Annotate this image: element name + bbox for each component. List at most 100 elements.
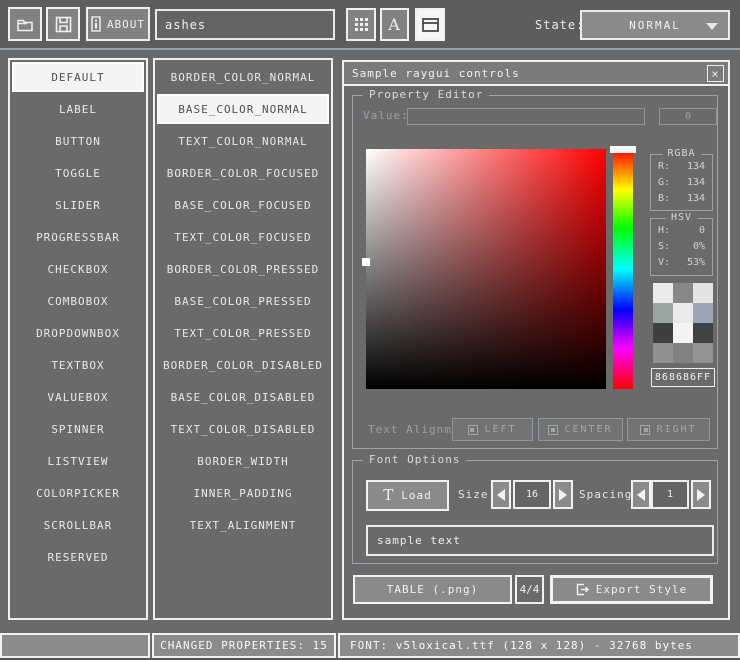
style-name-input[interactable] — [155, 9, 335, 40]
control-list-item[interactable]: VALUEBOX — [12, 382, 144, 412]
property-list-item[interactable]: TEXT_COLOR_FOCUSED — [157, 222, 329, 252]
property-list-item[interactable]: BORDER_WIDTH — [157, 446, 329, 476]
grid-view-button[interactable] — [346, 8, 376, 41]
hsv-channel-value: 0 — [699, 223, 705, 239]
control-list-item[interactable]: SCROLLBAR — [12, 510, 144, 540]
color-picker-panel[interactable] — [366, 149, 606, 389]
hsv-channel-value: 0% — [693, 239, 705, 255]
control-list-item[interactable]: TOGGLE — [12, 158, 144, 188]
property-list-item[interactable]: TEXT_COLOR_PRESSED — [157, 318, 329, 348]
color-picker-cursor[interactable] — [362, 258, 370, 266]
property-list-item[interactable]: BORDER_COLOR_DISABLED — [157, 350, 329, 380]
window-view-button[interactable] — [415, 8, 445, 41]
rgba-row: G: 134 — [651, 175, 712, 191]
export-style-button[interactable]: Export Style — [550, 575, 713, 604]
color-swatch[interactable] — [693, 323, 713, 343]
hsv-channel-label: H: — [658, 223, 670, 239]
property-editor-group-label: Property Editor — [363, 88, 489, 101]
close-icon[interactable]: × — [707, 65, 724, 82]
window-titlebar[interactable]: Sample raygui controls × — [344, 62, 728, 86]
open-style-button[interactable] — [8, 7, 42, 41]
control-list-item[interactable]: COLORPICKER — [12, 478, 144, 508]
control-list-item[interactable]: SLIDER — [12, 190, 144, 220]
property-list-item[interactable]: INNER_PADDING — [157, 478, 329, 508]
rgba-group-label: RGBA — [662, 148, 700, 159]
color-swatch[interactable] — [653, 283, 673, 303]
rguistyler-app: ABOUT A — [0, 0, 740, 660]
value-box[interactable]: 0 — [659, 108, 717, 125]
align-left-button[interactable]: LEFT — [452, 418, 533, 441]
folder-open-icon — [16, 17, 34, 32]
control-list-item[interactable]: LISTVIEW — [12, 446, 144, 476]
size-value-box[interactable]: 16 — [513, 480, 551, 509]
about-button[interactable]: ABOUT — [86, 7, 150, 41]
spacing-value-box[interactable]: 1 — [651, 480, 689, 509]
load-font-button[interactable]: T Load — [366, 480, 449, 511]
value-slider[interactable] — [407, 108, 645, 125]
color-swatch[interactable] — [673, 283, 693, 303]
property-list-item[interactable]: TEXT_ALIGNMENT — [157, 510, 329, 540]
floppy-disk-icon — [55, 16, 72, 33]
control-list-item[interactable]: CHECKBOX — [12, 254, 144, 284]
property-list-item[interactable]: BASE_COLOR_FOCUSED — [157, 190, 329, 220]
property-list-item[interactable]: BORDER_COLOR_PRESSED — [157, 254, 329, 284]
hex-color-box[interactable]: 868686FF — [651, 368, 715, 387]
size-increment-button[interactable] — [553, 480, 573, 509]
hue-cursor[interactable] — [610, 146, 636, 153]
rgba-group: RGBA R: 134 G: 134 B: 134 — [650, 154, 713, 211]
save-style-button[interactable] — [46, 7, 80, 41]
color-swatch[interactable] — [693, 303, 713, 323]
state-dropdown[interactable]: NORMAL — [580, 10, 730, 40]
control-list-item[interactable]: DEFAULT — [12, 62, 144, 92]
color-swatch[interactable] — [693, 343, 713, 363]
hsv-channel-label: S: — [658, 239, 670, 255]
changed-properties-status: CHANGED PROPERTIES: 15 — [152, 633, 336, 658]
property-list-item[interactable]: TEXT_COLOR_DISABLED — [157, 414, 329, 444]
sample-text: sample text — [377, 534, 461, 547]
property-list-item[interactable]: BORDER_COLOR_FOCUSED — [157, 158, 329, 188]
color-swatch[interactable] — [673, 323, 693, 343]
rgba-channel-label: G: — [658, 175, 670, 191]
property-list-item[interactable]: BASE_COLOR_NORMAL — [157, 94, 329, 124]
style-page-indicator[interactable]: 4/4 — [515, 575, 544, 604]
color-swatch[interactable] — [673, 343, 693, 363]
control-list-item[interactable]: PROGRESSBAR — [12, 222, 144, 252]
color-swatch[interactable] — [673, 303, 693, 323]
property-editor-group: Property Editor Value: 0 RGBA R: 134 — [352, 95, 718, 449]
value-label: Value: — [363, 109, 409, 122]
export-format-button[interactable]: TABLE (.png) — [353, 575, 512, 604]
state-dropdown-value: NORMAL — [629, 19, 681, 32]
sample-text-box[interactable]: sample text — [366, 525, 714, 556]
window-title: Sample raygui controls — [352, 67, 520, 80]
status-bar: CHANGED PROPERTIES: 15 FONT: v5loxical.t… — [0, 633, 740, 658]
export-icon — [576, 583, 589, 596]
hue-bar[interactable] — [613, 149, 633, 389]
align-right-button[interactable]: RIGHT — [627, 418, 710, 441]
align-center-button[interactable]: CENTER — [538, 418, 623, 441]
hsv-channel-value: 53% — [687, 255, 705, 271]
color-swatch[interactable] — [653, 343, 673, 363]
spacing-increment-button[interactable] — [691, 480, 711, 509]
grid-icon — [355, 18, 368, 31]
control-list-item[interactable]: SPINNER — [12, 414, 144, 444]
color-swatch[interactable] — [653, 323, 673, 343]
letter-t-icon: T — [383, 488, 394, 503]
control-list-item[interactable]: BUTTON — [12, 126, 144, 156]
control-list-item[interactable]: LABEL — [12, 94, 144, 124]
state-label: State: — [535, 18, 584, 32]
font-view-button[interactable]: A — [380, 8, 409, 41]
spacing-decrement-button[interactable] — [631, 480, 651, 509]
color-swatch[interactable] — [653, 303, 673, 323]
size-value: 16 — [526, 489, 538, 500]
property-list-item[interactable]: BASE_COLOR_DISABLED — [157, 382, 329, 412]
property-list-item[interactable]: TEXT_COLOR_NORMAL — [157, 126, 329, 156]
property-list-item[interactable]: BASE_COLOR_PRESSED — [157, 286, 329, 316]
control-list-item[interactable]: DROPDOWNBOX — [12, 318, 144, 348]
color-swatch[interactable] — [693, 283, 713, 303]
property-list-item[interactable]: BORDER_COLOR_NORMAL — [157, 62, 329, 92]
control-list-item[interactable]: COMBOBOX — [12, 286, 144, 316]
hsv-row: V: 53% — [651, 255, 712, 271]
control-list-item[interactable]: RESERVED — [12, 542, 144, 572]
size-decrement-button[interactable] — [491, 480, 511, 509]
control-list-item[interactable]: TEXTBOX — [12, 350, 144, 380]
